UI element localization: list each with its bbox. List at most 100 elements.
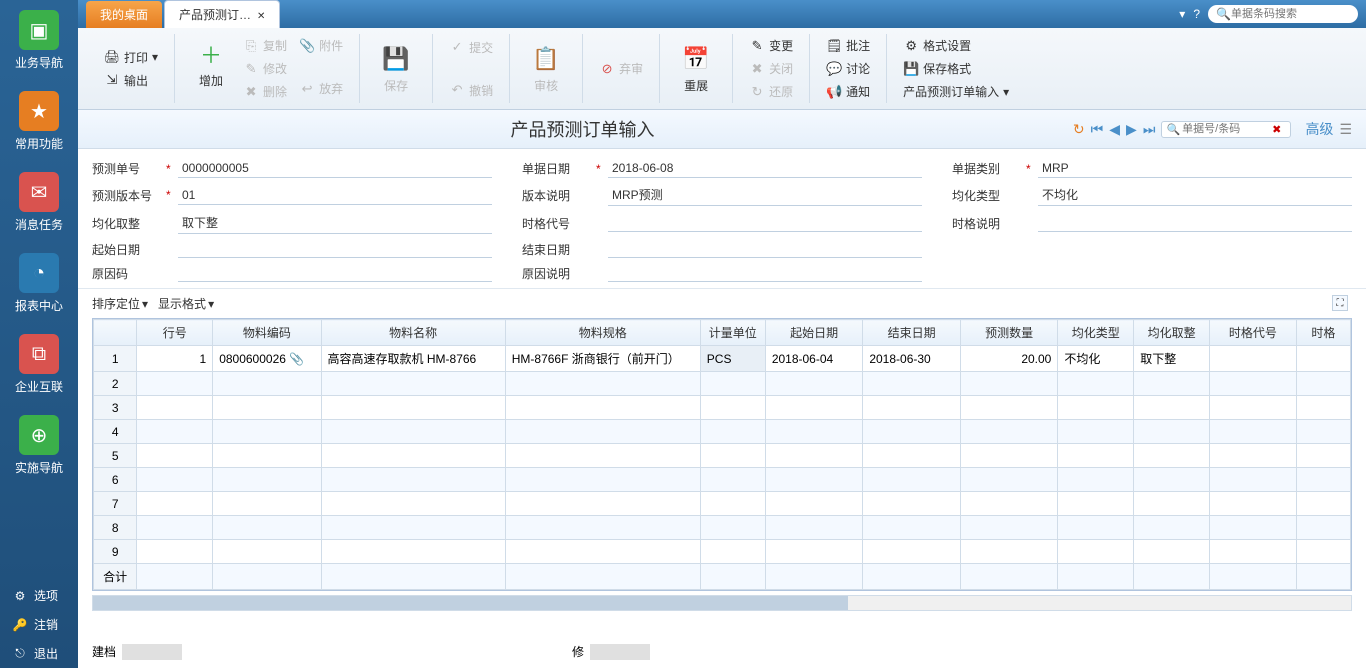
- add-button[interactable]: ＋增加: [185, 34, 237, 103]
- col-spec[interactable]: 物料规格: [505, 320, 700, 346]
- table-row[interactable]: 2: [94, 372, 1351, 396]
- order-no-field[interactable]: 0000000005: [178, 159, 492, 178]
- refresh-button[interactable]: ↻: [1073, 121, 1085, 138]
- btn-label: 显示格式: [158, 295, 206, 312]
- reexpand-button[interactable]: 📅重展: [670, 39, 722, 98]
- col-rownum[interactable]: [94, 320, 137, 346]
- footer-label: 修: [572, 643, 584, 660]
- table-row[interactable]: 8: [94, 516, 1351, 540]
- table-row[interactable]: 7: [94, 492, 1351, 516]
- col-avgtype[interactable]: 均化类型: [1058, 320, 1134, 346]
- note-button[interactable]: 🗒批注: [820, 34, 876, 57]
- sidebar-logout[interactable]: 🔑注销: [0, 610, 78, 639]
- sidebar-item-enterprise[interactable]: ⧉ 企业互联: [0, 324, 78, 405]
- reject-icon: ⊘: [599, 61, 615, 77]
- tab-desktop[interactable]: 我的桌面: [86, 1, 162, 28]
- table-row[interactable]: 9: [94, 540, 1351, 564]
- reason-desc-field[interactable]: [608, 264, 922, 282]
- doc-date-field[interactable]: 2018-06-08: [608, 159, 922, 178]
- horizontal-scrollbar[interactable]: [92, 595, 1352, 611]
- col-line[interactable]: 行号: [137, 320, 213, 346]
- top-search[interactable]: 🔍: [1208, 5, 1358, 23]
- inline-search-input[interactable]: [1182, 123, 1272, 135]
- discard-icon: ↩: [299, 81, 315, 97]
- reject-button[interactable]: ⊘弃审: [593, 57, 649, 80]
- clear-icon[interactable]: ✖: [1272, 123, 1281, 136]
- save-format-button[interactable]: 💾保存格式: [897, 57, 1015, 80]
- modify-button[interactable]: ✎修改: [237, 57, 293, 80]
- delete-button[interactable]: ✖删除: [237, 80, 293, 103]
- sidebar-exit[interactable]: ⎋退出: [0, 639, 78, 668]
- change-button[interactable]: ✎变更: [743, 34, 799, 57]
- sidebar-item-common[interactable]: ★ 常用功能: [0, 81, 78, 162]
- sidebar-item-reports[interactable]: ◔ 报表中心: [0, 243, 78, 324]
- discuss-button[interactable]: 💬讨论: [820, 57, 876, 80]
- table-row[interactable]: 3: [94, 396, 1351, 420]
- add-icon: ＋: [195, 38, 227, 70]
- discard-button[interactable]: ↩放弃: [293, 77, 349, 100]
- col-period[interactable]: 时格代号: [1210, 320, 1297, 346]
- format-dropdown[interactable]: 显示格式 ▾: [158, 295, 214, 312]
- field-label: 预测版本号: [92, 187, 162, 204]
- period-desc-field[interactable]: [1038, 214, 1352, 232]
- avg-type-field[interactable]: 不均化: [1038, 184, 1352, 206]
- copy-button[interactable]: ⎘复制: [237, 34, 293, 57]
- last-button[interactable]: ⏭: [1143, 121, 1156, 138]
- expand-button[interactable]: ⛶: [1332, 295, 1348, 311]
- avg-round-field[interactable]: 取下整: [178, 212, 492, 234]
- print-icon: 🖨: [104, 49, 120, 65]
- inline-search[interactable]: 🔍 ✖: [1161, 121, 1291, 138]
- table-row[interactable]: 5: [94, 444, 1351, 468]
- ver-desc-field[interactable]: MRP预测: [608, 184, 922, 206]
- col-period2[interactable]: 时格: [1296, 320, 1350, 346]
- end-date-field[interactable]: [608, 240, 922, 258]
- more-dropdown[interactable]: 产品预测订单输入▾: [897, 80, 1015, 103]
- tab-current[interactable]: 产品预测订…✕: [164, 0, 280, 28]
- sidebar-item-label: 常用功能: [15, 135, 63, 152]
- close-icon[interactable]: ✕: [257, 11, 265, 22]
- advanced-link[interactable]: 高级: [1305, 119, 1333, 139]
- list-icon[interactable]: ☰: [1339, 121, 1352, 138]
- footer-value: [122, 644, 182, 660]
- period-code-field[interactable]: [608, 214, 922, 232]
- table-row[interactable]: 110800600026 📎高容高速存取款机 HM-8766HM-8766F 浙…: [94, 346, 1351, 372]
- export-button[interactable]: ⇲输出: [98, 69, 164, 92]
- next-button[interactable]: ▶: [1126, 121, 1137, 138]
- save-button[interactable]: 💾保存: [370, 39, 422, 98]
- restore-button[interactable]: ↻还原: [743, 80, 799, 103]
- prev-button[interactable]: ◀: [1109, 121, 1120, 138]
- reason-code-field[interactable]: [178, 264, 492, 282]
- recall-icon: ↶: [449, 82, 465, 98]
- table-row[interactable]: 4: [94, 420, 1351, 444]
- sidebar-item-biz-nav[interactable]: ▣ 业务导航: [0, 0, 78, 81]
- col-name[interactable]: 物料名称: [321, 320, 505, 346]
- doc-type-field[interactable]: MRP: [1038, 159, 1352, 178]
- sidebar-options[interactable]: ⚙选项: [0, 581, 78, 610]
- notify-button[interactable]: 📢通知: [820, 80, 876, 103]
- audit-button[interactable]: 📋审核: [520, 39, 572, 98]
- start-date-field[interactable]: [178, 240, 492, 258]
- format-settings-button[interactable]: ⚙格式设置: [897, 34, 1015, 57]
- attach-button[interactable]: 📎附件: [293, 34, 349, 57]
- recall-button[interactable]: ↶撤销: [443, 79, 499, 102]
- submit-button[interactable]: ✓提交: [443, 36, 499, 59]
- calendar-icon: 📅: [680, 43, 712, 75]
- top-search-input[interactable]: [1231, 8, 1351, 20]
- print-button[interactable]: 🖨打印▾: [98, 46, 164, 69]
- sidebar-item-messages[interactable]: ✉ 消息任务: [0, 162, 78, 243]
- col-start[interactable]: 起始日期: [765, 320, 863, 346]
- close-doc-button[interactable]: ✖关闭: [743, 57, 799, 80]
- help-icon[interactable]: ?: [1193, 7, 1200, 21]
- col-avground[interactable]: 均化取整: [1134, 320, 1210, 346]
- col-code[interactable]: 物料编码: [213, 320, 321, 346]
- col-uom[interactable]: 计量单位: [700, 320, 765, 346]
- sidebar: ▣ 业务导航 ★ 常用功能 ✉ 消息任务 ◔ 报表中心 ⧉ 企业互联 ⊕ 实施导…: [0, 0, 78, 668]
- col-end[interactable]: 结束日期: [863, 320, 961, 346]
- dropdown-icon[interactable]: ▾: [1179, 7, 1185, 21]
- ver-no-field[interactable]: 01: [178, 186, 492, 205]
- table-row[interactable]: 6: [94, 468, 1351, 492]
- sort-dropdown[interactable]: 排序定位 ▾: [92, 295, 148, 312]
- first-button[interactable]: ⏮: [1091, 121, 1104, 138]
- sidebar-item-implement[interactable]: ⊕ 实施导航: [0, 405, 78, 486]
- col-qty[interactable]: 预测数量: [960, 320, 1058, 346]
